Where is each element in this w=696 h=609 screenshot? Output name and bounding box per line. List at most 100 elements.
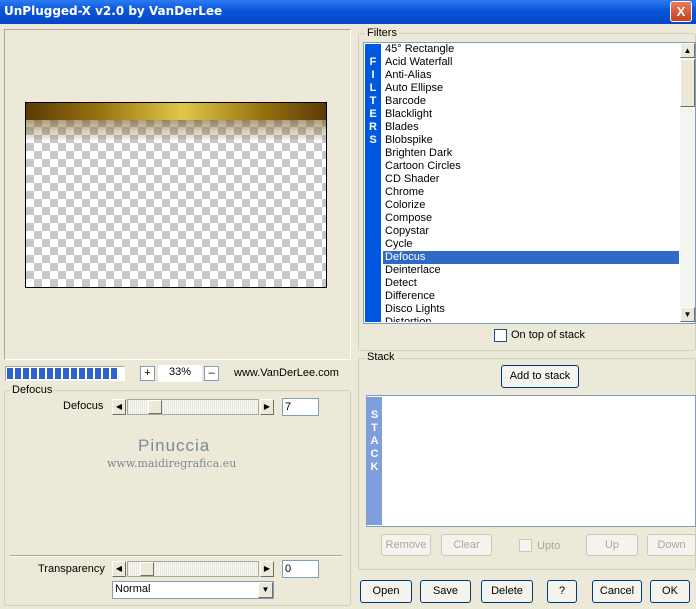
filter-item[interactable]: Chrome — [383, 186, 679, 199]
defocus-fade — [26, 120, 326, 140]
filter-item[interactable]: Copystar — [383, 225, 679, 238]
transparency-slider[interactable] — [127, 561, 259, 577]
transparency-value-field[interactable]: 0 — [282, 560, 319, 578]
stack-group-label: Stack — [365, 351, 397, 363]
filter-item[interactable]: Deinterlace — [383, 264, 679, 277]
on-top-label: On top of stack — [511, 329, 585, 341]
transparency-slider-thumb[interactable] — [140, 562, 154, 576]
filter-item[interactable]: Blobspike — [383, 134, 679, 147]
blend-mode-select[interactable]: Normal ▼ — [112, 581, 274, 599]
website-link[interactable]: www.VanDerLee.com — [234, 367, 339, 379]
transparency-left-arrow[interactable]: ◀ — [112, 561, 126, 577]
filters-strip-letter: S — [369, 134, 377, 146]
preview-panel[interactable] — [4, 29, 351, 360]
transparency-right-arrow[interactable]: ▶ — [260, 561, 274, 577]
filter-item[interactable]: CD Shader — [383, 173, 679, 186]
defocus-right-arrow[interactable]: ▶ — [260, 399, 274, 415]
up-button[interactable]: Up — [586, 534, 638, 556]
progress-block — [31, 368, 37, 379]
filter-item[interactable]: Disco Lights — [383, 303, 679, 316]
filters-strip-letter: R — [369, 121, 377, 133]
stack-strip-letter: C — [370, 448, 379, 460]
delete-button[interactable]: Delete — [481, 580, 533, 603]
remove-button[interactable]: Remove — [381, 534, 431, 556]
zoom-out-button[interactable]: – — [204, 366, 219, 381]
scroll-up-button[interactable]: ▲ — [680, 43, 695, 58]
save-button[interactable]: Save — [420, 580, 471, 603]
filter-item[interactable]: Cartoon Circles — [383, 160, 679, 173]
filter-scrollbar[interactable]: ▲ ▼ — [680, 43, 695, 322]
stack-strip-letter: T — [371, 422, 378, 434]
defocus-label: Defocus — [63, 400, 104, 412]
upto-checkbox[interactable] — [519, 539, 532, 552]
filter-item[interactable]: Difference — [383, 290, 679, 303]
progress-block — [79, 368, 85, 379]
filters-strip-letter: L — [369, 82, 377, 94]
down-button[interactable]: Down — [647, 534, 696, 556]
defocus-slider[interactable] — [127, 399, 259, 415]
defocus-value-field[interactable]: 7 — [282, 398, 319, 416]
filter-item[interactable]: Auto Ellipse — [383, 82, 679, 95]
filter-item[interactable]: 45° Rectangle — [383, 43, 679, 56]
on-top-checkbox[interactable] — [494, 329, 507, 342]
progress-block — [71, 368, 77, 379]
zoom-level: 33% — [158, 365, 202, 382]
filters-strip-letter: F — [369, 56, 377, 68]
ok-button[interactable]: OK — [650, 580, 690, 603]
progress-block — [87, 368, 93, 379]
filter-item[interactable]: Barcode — [383, 95, 679, 108]
filters-strip-letter: E — [369, 108, 377, 120]
filters-strip-letter: I — [371, 69, 375, 81]
filter-item[interactable]: Detect — [383, 277, 679, 290]
stack-strip-letter: A — [370, 435, 379, 447]
scroll-thumb[interactable] — [680, 59, 695, 107]
filter-list[interactable]: 45° Rectangle Acid Waterfall Anti-Alias Aut… — [383, 43, 679, 322]
divider — [10, 555, 342, 557]
open-button[interactable]: Open — [360, 580, 412, 603]
progress-block — [55, 368, 61, 379]
progress-block — [111, 368, 117, 379]
clear-button[interactable]: Clear — [441, 534, 492, 556]
add-to-stack-button[interactable]: Add to stack — [501, 365, 579, 388]
progress-block — [23, 368, 29, 379]
help-button[interactable]: ? — [547, 580, 577, 603]
filter-item[interactable]: Acid Waterfall — [383, 56, 679, 69]
filter-item[interactable]: Blades — [383, 121, 679, 134]
scroll-down-button[interactable]: ▼ — [680, 307, 695, 322]
filter-item[interactable]: Colorize — [383, 199, 679, 212]
defocus-slider-thumb[interactable] — [148, 400, 162, 414]
window-title: UnPlugged-X v2.0 by VanDerLee — [4, 4, 223, 18]
gold-gradient-band — [26, 103, 326, 120]
filter-item[interactable]: Defocus — [383, 251, 679, 264]
progress-block — [47, 368, 53, 379]
close-button[interactable]: X — [670, 1, 692, 22]
filter-item[interactable]: Compose — [383, 212, 679, 225]
params-group-label: Defocus — [10, 384, 55, 396]
stack-strip: STACK — [367, 397, 382, 525]
filter-item[interactable]: Distortion — [383, 316, 679, 322]
title-bar[interactable]: UnPlugged-X v2.0 by VanDerLee X — [0, 0, 696, 24]
preview-image — [25, 102, 327, 288]
filter-item[interactable]: Anti-Alias — [383, 69, 679, 82]
filters-strip-letter: T — [369, 95, 377, 107]
upto-label: Upto — [537, 540, 561, 552]
chevron-down-icon[interactable]: ▼ — [258, 582, 273, 598]
transparency-label: Transparency — [38, 563, 105, 575]
stack-strip-letter: K — [370, 461, 379, 473]
stack-listbox[interactable] — [366, 395, 696, 527]
progress-block — [39, 368, 45, 379]
zoom-in-button[interactable]: + — [140, 366, 155, 381]
filters-strip: FILTERS — [365, 44, 381, 322]
filter-item[interactable]: Blacklight — [383, 108, 679, 121]
progress-block — [103, 368, 109, 379]
cancel-button[interactable]: Cancel — [592, 580, 642, 603]
defocus-left-arrow[interactable]: ◀ — [112, 399, 126, 415]
progress-block — [95, 368, 101, 379]
filter-item[interactable]: Brighten Dark — [383, 147, 679, 160]
progress-block — [15, 368, 21, 379]
watermark-name: Pinuccia — [138, 436, 211, 455]
stack-strip-letter: S — [370, 409, 379, 421]
filter-item[interactable]: Cycle — [383, 238, 679, 251]
filters-group-label: Filters — [365, 27, 399, 39]
progress-block — [7, 368, 13, 379]
